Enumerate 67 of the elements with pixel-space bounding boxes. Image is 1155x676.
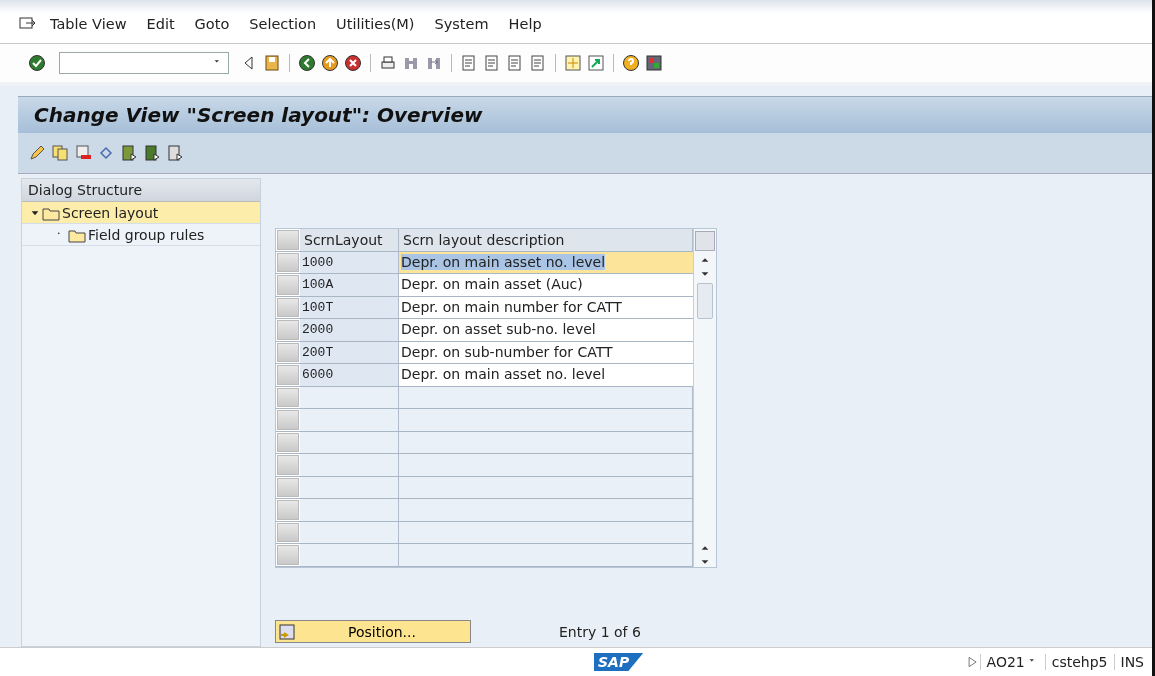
table-cell[interactable]: Depr. on main asset no. level — [399, 251, 693, 273]
menu-item[interactable]: Help — [508, 15, 542, 32]
row-selector[interactable] — [277, 500, 299, 520]
scroll-thumb[interactable] — [697, 283, 713, 319]
tree-label: Screen layout — [62, 204, 159, 221]
row-selector[interactable] — [277, 365, 299, 385]
screen-title: Change View "Screen layout": Overview — [34, 103, 483, 127]
panel-title: Dialog Structure — [22, 179, 260, 202]
last-page-icon[interactable] — [529, 54, 547, 72]
transaction-code[interactable]: AO21 — [979, 654, 1045, 670]
tree-item[interactable]: Screen layout — [22, 202, 260, 224]
select-all-icon[interactable] — [120, 144, 138, 162]
exit-icon[interactable] — [321, 54, 339, 72]
table-cell: 100A — [300, 274, 399, 296]
column-header[interactable]: Scrn layout description — [399, 229, 693, 251]
menu-item[interactable]: Table View — [50, 15, 127, 32]
menu-item[interactable]: Edit — [146, 15, 175, 32]
row-selector[interactable] — [277, 320, 299, 340]
system-name: cstehp5 — [1044, 654, 1114, 670]
row-selector[interactable] — [277, 432, 299, 452]
table-cell: 6000 — [300, 364, 399, 386]
deselect-all-icon[interactable] — [166, 144, 184, 162]
entry-count: Entry 1 of 6 — [559, 623, 641, 640]
menu-item[interactable]: Goto — [194, 15, 230, 32]
tree-label: Field group rules — [88, 226, 205, 243]
column-header[interactable]: ScrnLayout — [300, 229, 399, 251]
command-field[interactable] — [59, 52, 229, 74]
logo: SAP — [594, 653, 644, 671]
row-selector[interactable] — [277, 275, 299, 295]
row-selector[interactable] — [277, 410, 299, 430]
previous-page-icon[interactable] — [483, 54, 501, 72]
position-button[interactable]: Position... — [275, 620, 471, 643]
cancel-icon[interactable] — [344, 54, 362, 72]
print-icon[interactable] — [379, 54, 397, 72]
menu-item[interactable]: Utilities(M) — [336, 15, 415, 32]
insert-mode: INS — [1113, 654, 1150, 670]
save-icon[interactable] — [263, 54, 281, 72]
next-page-icon[interactable] — [506, 54, 524, 72]
table-cell: 1000 — [300, 251, 399, 273]
scroll-bar[interactable] — [693, 229, 716, 567]
row-selector[interactable] — [277, 522, 299, 542]
table-cell: 2000 — [300, 319, 399, 341]
pencil-icon[interactable] — [28, 144, 46, 162]
row-selector[interactable] — [277, 252, 299, 272]
row-selector[interactable] — [277, 455, 299, 475]
row-selector[interactable] — [277, 297, 299, 317]
table-cell: 100T — [300, 296, 399, 318]
select-all-cell[interactable] — [277, 230, 299, 250]
select-block-icon[interactable] — [143, 144, 161, 162]
table-cell: 200T — [300, 341, 399, 363]
shortcut-icon[interactable] — [587, 54, 605, 72]
new-window-icon[interactable] — [564, 54, 582, 72]
row-selector[interactable] — [277, 342, 299, 362]
delete-icon[interactable] — [74, 144, 92, 162]
copy-icon[interactable] — [51, 144, 69, 162]
menu-item[interactable]: Selection — [249, 15, 317, 32]
row-selector[interactable] — [277, 545, 299, 565]
row-selector[interactable] — [277, 387, 299, 407]
row-selector[interactable] — [277, 477, 299, 497]
enter-icon[interactable] — [28, 54, 46, 72]
back-icon[interactable] — [298, 54, 316, 72]
first-page-icon[interactable] — [460, 54, 478, 72]
help-icon[interactable] — [622, 54, 640, 72]
menu-item[interactable]: System — [434, 15, 489, 32]
position-icon[interactable] — [278, 622, 296, 641]
customize-icon[interactable] — [645, 54, 663, 72]
tree-item[interactable]: Field group rules — [22, 224, 260, 246]
